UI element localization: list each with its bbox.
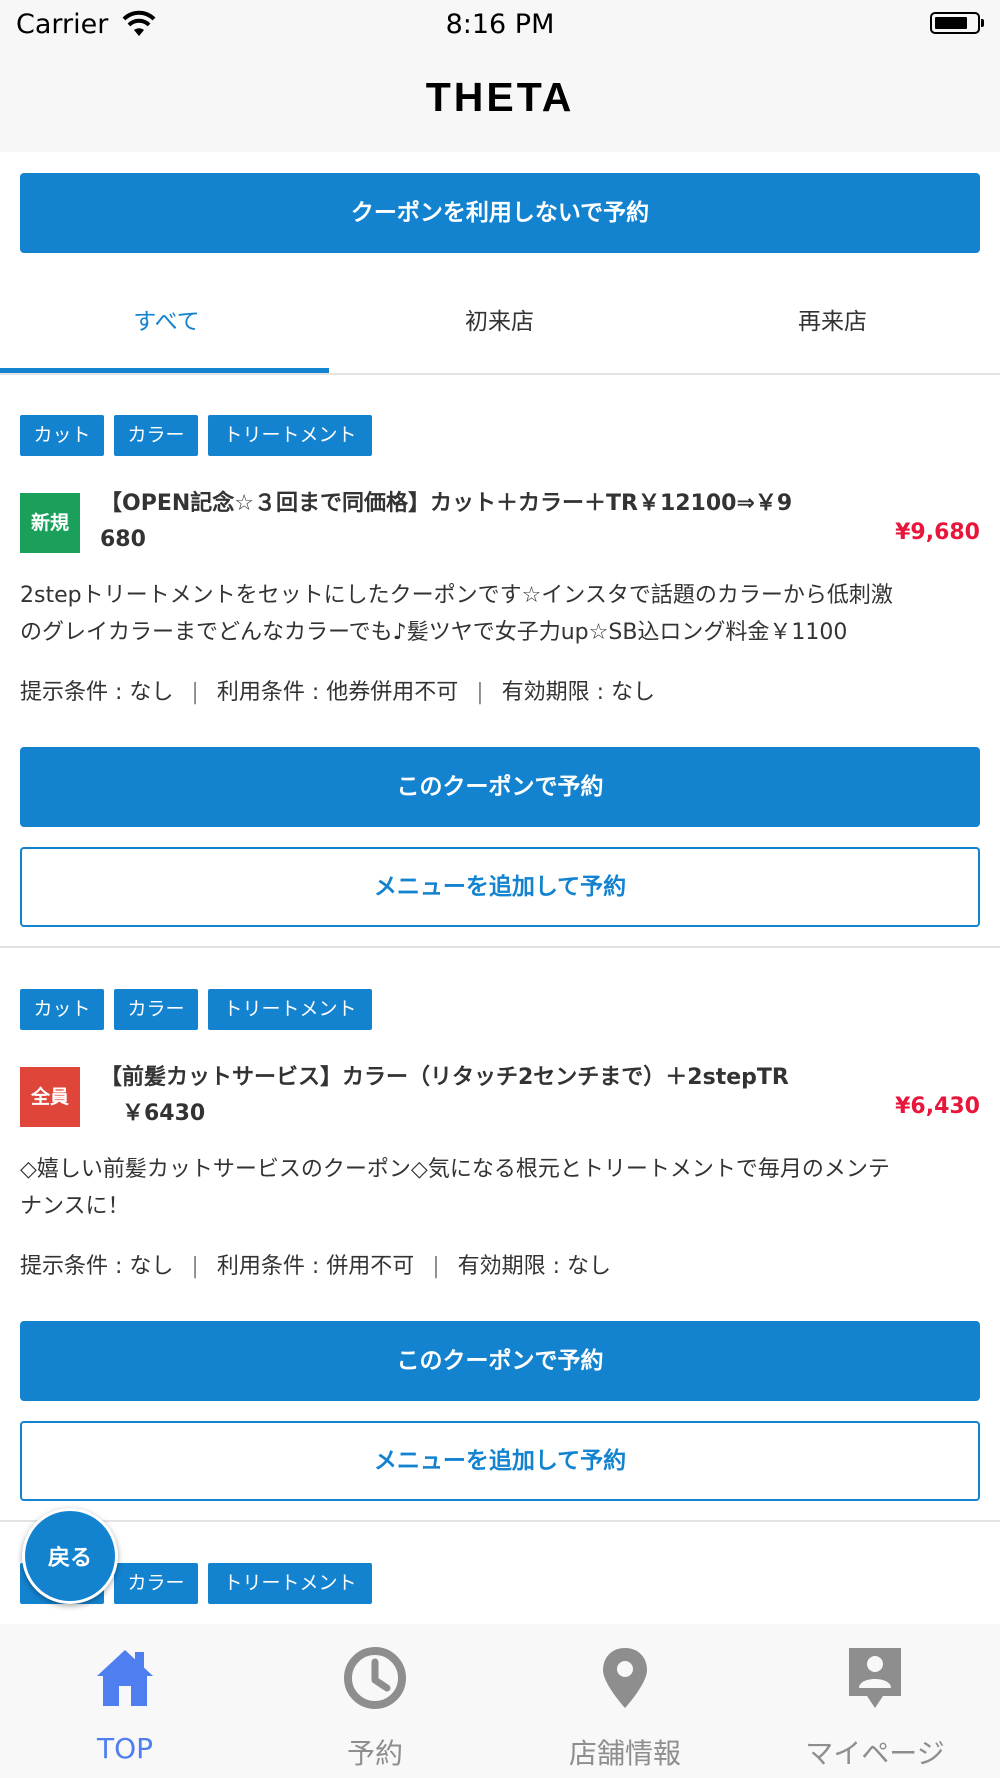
coupon-conditions: 提示条件 : なし | 利用条件 : 他券併用不可 | 有効期限 : なし	[20, 680, 656, 705]
coupon-price: ¥9,680	[895, 520, 980, 545]
tab-label: 店舗情報	[568, 1737, 681, 1770]
divider	[0, 373, 1000, 375]
coupon-title-line1: 【前髪カットサービス】カラー（リタッチ2センチまで）＋2stepTR	[100, 1065, 789, 1090]
home-icon	[97, 1650, 153, 1706]
condition-use: 利用条件 : 他券併用不可	[216, 680, 459, 705]
coupon-price: ¥6,430	[895, 1094, 980, 1119]
reserve-without-coupon-button[interactable]: クーポンを利用しないで予約	[20, 173, 980, 253]
page-title: THETA	[425, 74, 575, 120]
coupon-conditions: 提示条件 : なし | 利用条件 : 併用不可 | 有効期限 : なし	[20, 1254, 612, 1279]
tab-reservation[interactable]: 予約	[250, 1624, 500, 1778]
battery-icon	[930, 12, 984, 34]
coupon-title: 【OPEN記念☆３回まで同価格】カット＋カラー＋TR￥12100⇒￥9 680	[100, 486, 850, 558]
coupon-description-line1: 2stepトリートメントをセットにしたクーポンです☆インスタで話題のカラーから低…	[20, 583, 893, 608]
tag-cut: カット	[20, 415, 104, 456]
coupon-description-line1: ◇嬉しい前髪カットサービスのクーポン◇気になる根元とトリートメントで毎月のメンテ	[20, 1157, 890, 1182]
coupon-description-line2: のグレイカラーまでどんなカラーでも♪髪ツヤで女子力up☆SB込ロング料金￥110…	[20, 620, 848, 645]
navigation-bar: THETA	[0, 52, 1000, 152]
tab-label: TOP	[96, 1732, 154, 1765]
reserve-with-coupon-button[interactable]: このクーポンで予約	[20, 1321, 980, 1401]
coupon-title-line2: ￥6430	[122, 1101, 206, 1126]
back-button[interactable]: 戻る	[22, 1508, 118, 1604]
tag-color: カラー	[114, 989, 198, 1030]
tab-my-page[interactable]: マイページ	[750, 1624, 1000, 1778]
coupon-description: ◇嬉しい前髪カットサービスのクーポン◇気になる根元とトリートメントで毎月のメンテ…	[20, 1151, 980, 1225]
map-pin-icon	[603, 1648, 647, 1708]
tab-store-info[interactable]: 店舗情報	[500, 1624, 750, 1778]
add-menu-reserve-button[interactable]: メニューを追加して予約	[20, 1421, 980, 1501]
tab-top[interactable]: TOP	[0, 1624, 250, 1778]
condition-present: 提示条件 : なし	[20, 1254, 174, 1279]
coupon-title-line2: 680	[100, 527, 146, 552]
tag-cut: カット	[20, 989, 104, 1030]
coupon-description-line2: ナンスに！	[20, 1194, 130, 1219]
tab-all[interactable]: すべて	[0, 278, 333, 374]
tag-color: カラー	[114, 415, 198, 456]
user-card-icon	[849, 1648, 901, 1708]
tab-label: 予約	[346, 1737, 403, 1770]
condition-expiry: 有効期限 : なし	[457, 1254, 612, 1279]
condition-expiry: 有効期限 : なし	[501, 680, 656, 705]
tag-treatment: トリートメント	[208, 415, 372, 456]
coupon-description: 2stepトリートメントをセットにしたクーポンです☆インスタで話題のカラーから低…	[20, 577, 980, 651]
tag-treatment: トリートメント	[208, 1563, 372, 1604]
coupon-title-line1: 【OPEN記念☆３回まで同価格】カット＋カラー＋TR￥12100⇒￥9	[100, 491, 793, 516]
add-menu-reserve-button[interactable]: メニューを追加して予約	[20, 847, 980, 927]
coupon-title: 【前髪カットサービス】カラー（リタッチ2センチまで）＋2stepTR ￥6430	[100, 1060, 850, 1132]
segment-tabs: すべて 初来店 再来店	[0, 278, 1000, 374]
divider	[0, 1520, 1000, 1522]
badge-new: 新規	[20, 493, 80, 553]
clock-icon	[344, 1647, 406, 1709]
reserve-with-coupon-button[interactable]: このクーポンで予約	[20, 747, 980, 827]
tag-treatment: トリートメント	[208, 989, 372, 1030]
tag-color: カラー	[114, 1563, 198, 1604]
tab-return-visit[interactable]: 再来店	[666, 278, 999, 374]
badge-all-customers: 全員	[20, 1067, 80, 1127]
tab-label: マイページ	[805, 1737, 945, 1770]
status-bar: Carrier 8:16 PM	[0, 0, 1000, 52]
tab-first-visit[interactable]: 初来店	[333, 278, 666, 374]
condition-use: 利用条件 : 併用不可	[216, 1254, 415, 1279]
divider	[0, 946, 1000, 948]
bottom-tab-bar: TOP 予約 店舗情報 マイページ	[0, 1624, 1000, 1778]
clock-label: 8:16 PM	[445, 9, 555, 40]
condition-present: 提示条件 : なし	[20, 680, 174, 705]
